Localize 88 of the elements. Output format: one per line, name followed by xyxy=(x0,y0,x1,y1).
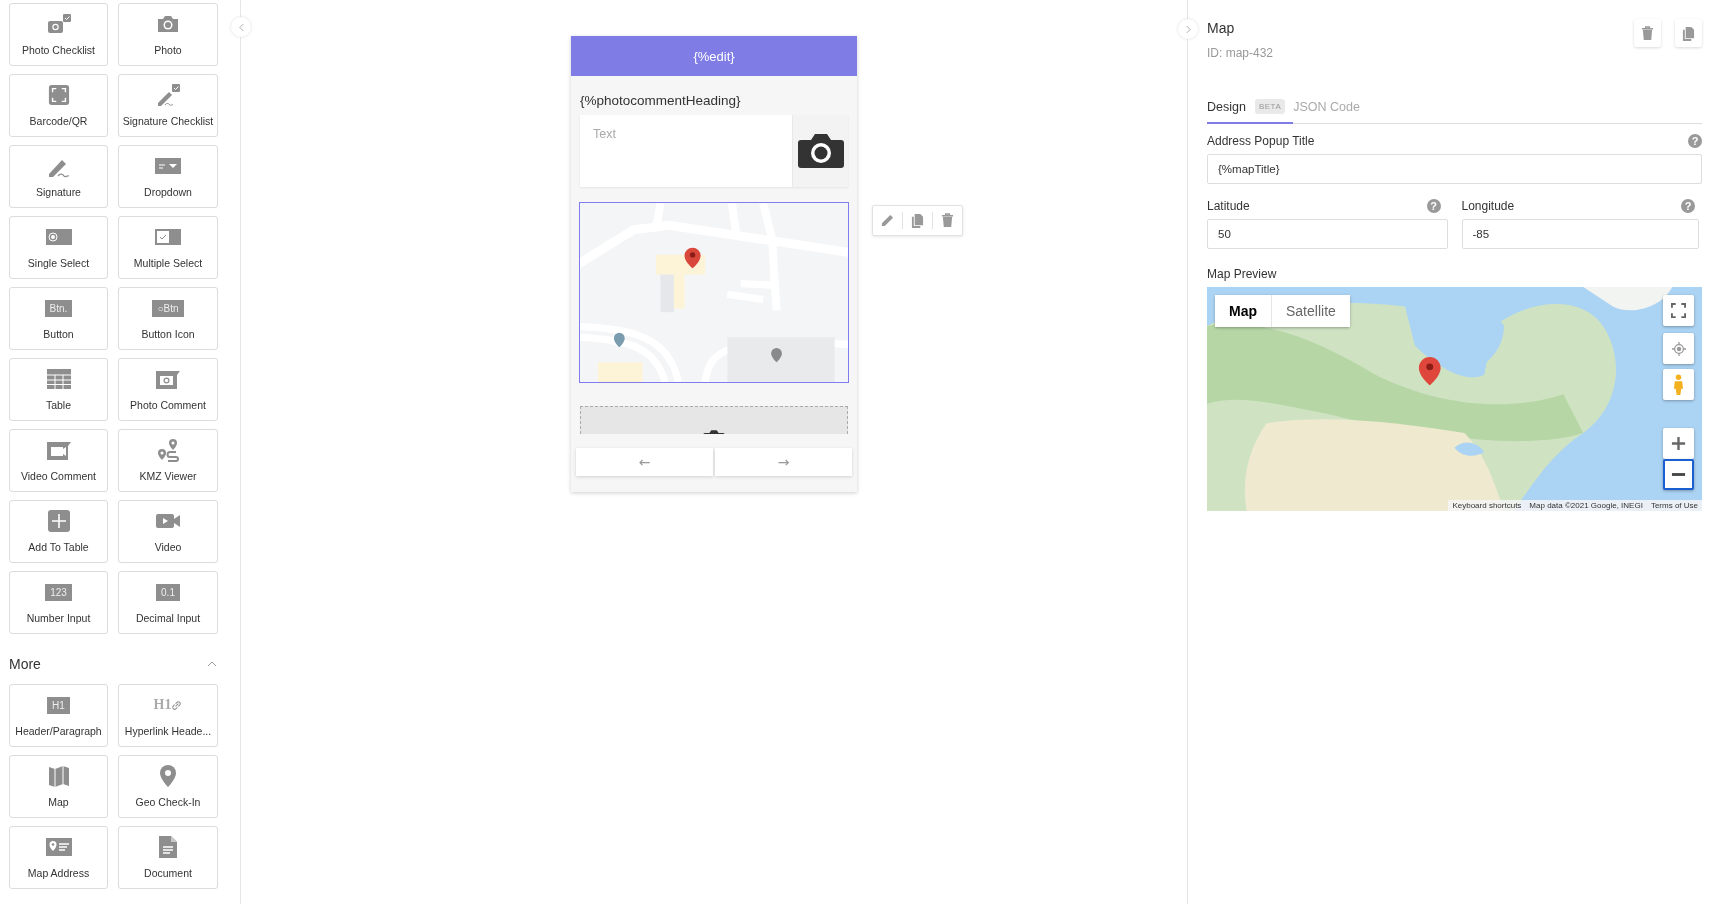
radio-option-icon xyxy=(45,229,72,245)
text-field-icon: 0.1 xyxy=(156,583,180,601)
comment-field[interactable]: Text xyxy=(580,115,792,187)
video-camera-icon xyxy=(155,512,181,530)
component-tile[interactable]: H1 Header/Paragraph xyxy=(9,684,108,747)
map-type-button[interactable]: Map xyxy=(1215,295,1271,327)
photo-dropzone[interactable] xyxy=(580,406,848,434)
locate-button[interactable] xyxy=(1663,333,1694,364)
map-attribution-link[interactable]: Terms of Use xyxy=(1650,501,1698,510)
chevron-up-icon[interactable] xyxy=(207,661,217,667)
section-title: More xyxy=(9,656,41,672)
component-tile[interactable]: Signature xyxy=(9,145,108,208)
text-field-icon: ○Btn xyxy=(152,299,184,317)
camera-button[interactable] xyxy=(792,115,848,187)
beta-badge: BETA xyxy=(1254,99,1286,114)
chevron-right-icon xyxy=(1185,24,1191,34)
text-field-icon: Btn. xyxy=(44,299,73,317)
field-label: Map Preview xyxy=(1207,267,1278,281)
component-tile[interactable]: Photo Comment xyxy=(118,358,218,421)
component-tile[interactable]: ○Btn Button Icon xyxy=(118,287,218,350)
component-tile[interactable]: Table xyxy=(9,358,108,421)
component-tile[interactable]: Add To Table xyxy=(9,500,108,563)
component-id: ID: map-432 xyxy=(1207,46,1274,60)
checkbox-option-icon xyxy=(155,229,181,245)
fullscreen-button[interactable] xyxy=(1663,295,1694,326)
component-tile[interactable]: Btn. Button xyxy=(9,287,108,350)
route-pins-icon xyxy=(156,438,180,462)
panel-title: Map xyxy=(1207,20,1236,36)
location-pin-icon xyxy=(159,764,177,788)
component-tile[interactable]: Photo xyxy=(118,3,218,66)
plus-icon xyxy=(1671,436,1686,451)
delete-icon[interactable] xyxy=(941,213,954,228)
pen-checklist-icon xyxy=(155,83,181,107)
component-tile[interactable]: Single Select xyxy=(9,216,108,279)
copy-icon[interactable] xyxy=(1682,25,1695,41)
map-attribution-link[interactable]: Keyboard shortcuts xyxy=(1452,501,1522,510)
table-icon xyxy=(46,369,71,389)
dropdown-icon xyxy=(155,158,181,174)
chevron-left-icon xyxy=(238,22,244,32)
zoom-out-button[interactable] xyxy=(1663,459,1694,490)
camera-frame-icon xyxy=(155,368,181,390)
crosshair-icon xyxy=(1671,341,1686,356)
field-heading: {%photocommentHeading} xyxy=(580,93,742,108)
fullscreen-icon xyxy=(1671,303,1686,318)
component-tile[interactable]: Multiple Select xyxy=(118,216,218,279)
edit-icon[interactable] xyxy=(881,214,894,227)
copy-button[interactable] xyxy=(1675,19,1702,47)
component-tile[interactable]: 0.1 Decimal Input xyxy=(118,571,218,634)
component-tile[interactable]: Map xyxy=(9,755,108,818)
input-field[interactable]: -85 xyxy=(1461,219,1699,249)
street-view-button[interactable] xyxy=(1663,369,1694,400)
map-attribution-link[interactable]: Map data ©2021 Google, INEGI xyxy=(1529,501,1643,510)
form-header: {%edit} xyxy=(571,36,857,76)
text-field-icon: H1 xyxy=(47,696,70,714)
input-field[interactable]: 50 xyxy=(1207,219,1448,249)
copy-icon[interactable] xyxy=(911,213,924,228)
document-icon xyxy=(158,835,178,859)
scan-frame-icon xyxy=(47,84,70,106)
camera-icon xyxy=(156,14,180,34)
component-tile[interactable]: KMZ Viewer xyxy=(118,429,218,492)
component-tile[interactable]: Photo Checklist xyxy=(9,3,108,66)
tab[interactable]: Design BETA xyxy=(1207,91,1294,124)
component-tile[interactable]: Map Address xyxy=(9,826,108,889)
camera-checklist-icon xyxy=(45,13,72,35)
delete-icon[interactable] xyxy=(1641,25,1654,41)
component-tile[interactable]: Barcode/QR xyxy=(9,74,108,137)
camera-icon xyxy=(796,132,845,170)
zoom-in-button[interactable] xyxy=(1663,428,1694,459)
folded-map-icon xyxy=(47,764,70,788)
field-label: Address Popup Title xyxy=(1207,134,1315,148)
delete-button[interactable] xyxy=(1634,19,1661,47)
component-tile[interactable]: Dropdown xyxy=(118,145,218,208)
field-label: Latitude xyxy=(1207,199,1250,213)
text-field-icon: 123 xyxy=(45,583,72,601)
video-frame-icon xyxy=(45,439,72,461)
component-tile[interactable]: H1 Hyperlink Heade... xyxy=(118,684,218,747)
component-tile[interactable]: Document xyxy=(118,826,218,889)
component-tile[interactable]: 123 Number Input xyxy=(9,571,108,634)
component-tile[interactable]: Video Comment xyxy=(9,429,108,492)
component-tile[interactable]: Geo Check-In xyxy=(118,755,218,818)
address-card-icon xyxy=(45,838,72,856)
component-tile[interactable]: Video xyxy=(118,500,218,563)
field-label: Longitude xyxy=(1461,199,1515,213)
input-field[interactable]: {%mapTitle} xyxy=(1207,154,1702,184)
add-icon xyxy=(47,510,70,532)
person-icon xyxy=(1673,372,1684,397)
component-tile[interactable]: Signature Checklist xyxy=(118,74,218,137)
map-type-button[interactable]: Satellite xyxy=(1271,295,1350,327)
